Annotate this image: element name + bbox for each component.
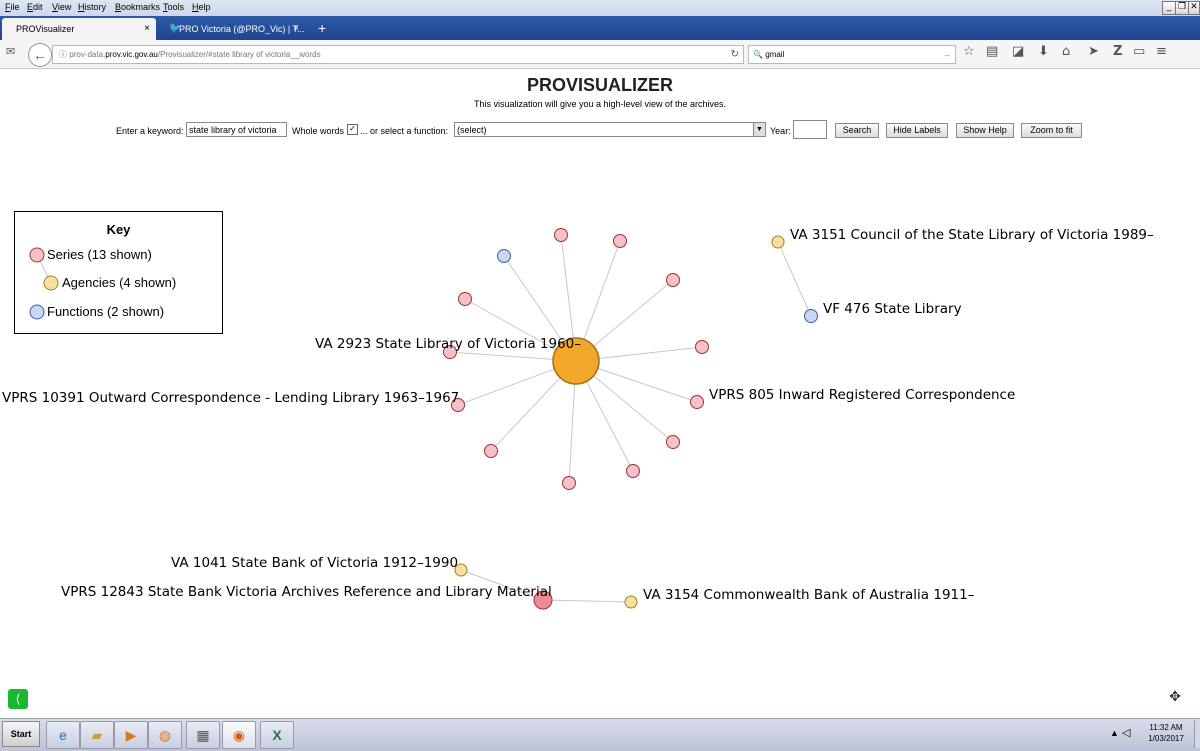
app-icon[interactable]: ◍ xyxy=(148,721,182,749)
firefox-icon[interactable]: ◉ xyxy=(222,721,256,749)
file-explorer-icon[interactable]: ▰ xyxy=(80,721,114,749)
label-va3151: VA 3151 Council of the State Library of … xyxy=(790,227,1154,243)
legend-series-swatch xyxy=(29,247,45,263)
series-node[interactable] xyxy=(666,435,680,449)
clock-time: 11:32 AM xyxy=(1149,723,1183,732)
series-node-vprs805[interactable] xyxy=(690,395,704,409)
share-button[interactable]: ⟨ xyxy=(8,689,28,709)
legend-functions: Functions (2 shown) xyxy=(47,304,165,319)
clock-date: 1/03/2017 xyxy=(1148,734,1184,743)
series-node[interactable] xyxy=(554,228,568,242)
series-node[interactable] xyxy=(666,273,680,287)
series-node[interactable] xyxy=(562,476,576,490)
internet-explorer-icon[interactable]: e xyxy=(46,721,80,749)
excel-icon[interactable]: X xyxy=(260,721,294,749)
series-node[interactable] xyxy=(695,340,709,354)
label-vprs12843: VPRS 12843 State Bank Victoria Archives … xyxy=(61,584,552,600)
fullscreen-icon[interactable]: ✥ xyxy=(1162,686,1188,706)
start-label: Start xyxy=(10,729,32,739)
graph-nodes[interactable] xyxy=(443,228,818,610)
series-node[interactable] xyxy=(458,292,472,306)
label-vf476: VF 476 State Library xyxy=(823,301,962,317)
series-node[interactable] xyxy=(484,444,498,458)
graph-link xyxy=(777,241,812,317)
function-node-vf476[interactable] xyxy=(804,309,818,323)
clock[interactable]: 11:32 AM 1/03/2017 xyxy=(1140,722,1192,744)
series-node[interactable] xyxy=(613,234,627,248)
volume-icon[interactable]: ◁ xyxy=(1122,726,1130,739)
share-icon: ⟨ xyxy=(15,692,21,706)
legend-key: Key Series (13 shown) Agencies (4 shown)… xyxy=(14,211,223,334)
tray-expand-icon[interactable]: ▲ xyxy=(1110,728,1119,738)
agency-node-va3151[interactable] xyxy=(771,235,785,249)
series-node[interactable] xyxy=(626,464,640,478)
function-node[interactable] xyxy=(497,249,511,263)
graph-links xyxy=(449,234,812,603)
legend-function-swatch xyxy=(29,304,45,320)
label-vprs805: VPRS 805 Inward Registered Correspondenc… xyxy=(709,387,1015,403)
graph-link xyxy=(542,599,632,603)
label-va1041: VA 1041 State Bank of Victoria 1912–1990 xyxy=(171,555,458,571)
media-player-icon[interactable]: ▶ xyxy=(114,721,148,749)
start-button[interactable]: Start xyxy=(2,721,40,747)
legend-agencies: Agencies (4 shown) xyxy=(62,275,177,290)
legend-series: Series (13 shown) xyxy=(47,247,152,262)
legend-agency-swatch xyxy=(43,275,59,291)
agency-node-va3154[interactable] xyxy=(624,595,638,609)
legend-title: Key xyxy=(106,222,131,237)
calculator-icon[interactable]: ▦ xyxy=(186,721,220,749)
show-desktop-button[interactable] xyxy=(1194,720,1200,748)
label-vprs10391: VPRS 10391 Outward Correspondence - Lend… xyxy=(2,390,459,406)
label-va2923: VA 2923 State Library of Victoria 1960– xyxy=(315,336,581,352)
label-va3154: VA 3154 Commonwealth Bank of Australia 1… xyxy=(643,587,975,603)
network-graph[interactable]: VA 2923 State Library of Victoria 1960– … xyxy=(0,0,1200,750)
